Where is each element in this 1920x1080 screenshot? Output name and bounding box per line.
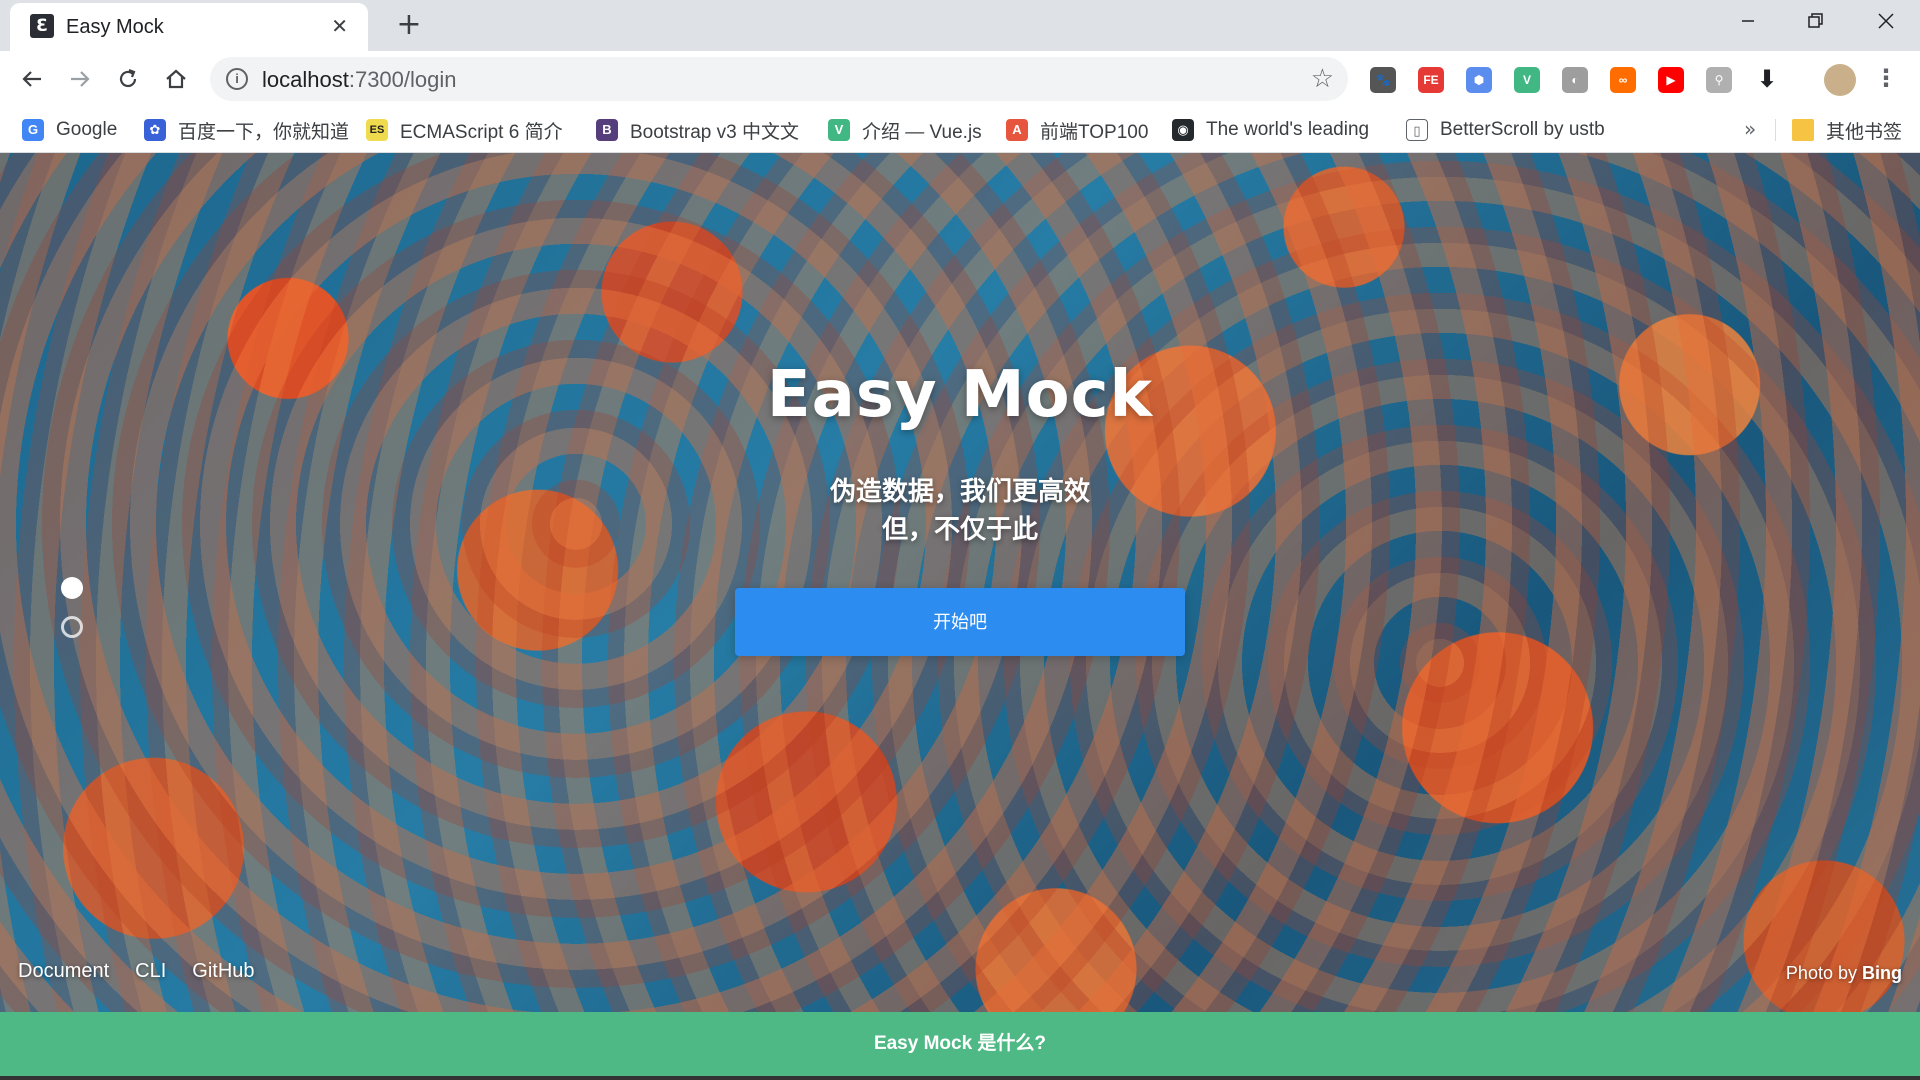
extension-youtube-icon[interactable]: ▶ bbox=[1658, 67, 1684, 93]
extension-vue-devtools-icon[interactable]: V bbox=[1514, 67, 1540, 93]
subtitle-line-2: 但，不仅于此 bbox=[881, 514, 1038, 544]
github-link[interactable]: GitHub bbox=[192, 960, 254, 983]
new-tab-button[interactable]: + bbox=[392, 8, 426, 42]
address-bar-url: localhost:7300/login bbox=[262, 67, 457, 93]
carousel-dot-2[interactable] bbox=[61, 616, 83, 638]
minimize-window-button[interactable] bbox=[1718, 0, 1778, 42]
tab-strip: Ɛ Easy Mock ✕ + bbox=[0, 0, 1920, 51]
window-bottom-edge bbox=[0, 1076, 1920, 1080]
bookmark-favicon-icon: G bbox=[22, 119, 44, 141]
bookmark-item[interactable]: V 介绍 — Vue.js bbox=[828, 115, 982, 145]
url-path: :7300/login bbox=[348, 67, 457, 92]
bookmark-label: BetterScroll by ustb bbox=[1440, 119, 1605, 140]
forward-button[interactable] bbox=[62, 61, 98, 97]
bookmark-favicon-icon: V bbox=[828, 119, 850, 141]
bookmark-star-icon[interactable]: ☆ bbox=[1311, 64, 1334, 94]
extension-infinity-icon[interactable]: ∞ bbox=[1610, 67, 1636, 93]
bookmark-item[interactable]: B Bootstrap v3 中文文 bbox=[596, 115, 799, 145]
bookmarks-divider bbox=[1775, 119, 1776, 141]
bookmark-item[interactable]: ▯ BetterScroll by ustb bbox=[1406, 115, 1605, 145]
bookmark-label: The world's leading bbox=[1206, 119, 1370, 140]
home-icon bbox=[166, 69, 186, 89]
arrow-right-icon bbox=[71, 71, 90, 87]
extension-download-icon[interactable]: ⬇ bbox=[1754, 67, 1780, 93]
bookmark-favicon-icon: A bbox=[1006, 119, 1028, 141]
close-window-button[interactable] bbox=[1856, 0, 1916, 42]
folder-icon bbox=[1792, 119, 1814, 141]
bookmark-item[interactable]: ✿ 百度一下，你就知道 bbox=[144, 115, 349, 145]
site-info-icon[interactable]: i bbox=[226, 68, 248, 90]
other-bookmarks-label: 其他书签 bbox=[1826, 121, 1903, 143]
url-host: localhost bbox=[262, 67, 349, 92]
bookmark-favicon-icon: ✿ bbox=[144, 119, 166, 141]
bookmark-label: Google bbox=[56, 119, 118, 140]
what-is-easy-mock-bar[interactable]: Easy Mock 是什么? bbox=[0, 1012, 1920, 1076]
bookmark-item[interactable]: G Google bbox=[22, 115, 117, 145]
bookmark-favicon-icon: ▯ bbox=[1406, 119, 1428, 141]
more-bookmarks-button[interactable]: » bbox=[1744, 117, 1756, 141]
profile-avatar[interactable] bbox=[1824, 64, 1856, 96]
subtitle-line-1: 伪造数据，我们更高效 bbox=[829, 476, 1090, 506]
bookmark-item[interactable]: ES ECMAScript 6 简介 bbox=[366, 115, 563, 145]
carousel-dot-1[interactable] bbox=[61, 577, 83, 599]
extension-fe-icon[interactable]: FE bbox=[1418, 67, 1444, 93]
login-page: Easy Mock 伪造数据，我们更高效 但，不仅于此 开始吧 Document… bbox=[0, 153, 1920, 1080]
easy-mock-favicon-icon: Ɛ bbox=[30, 14, 54, 38]
extension-tree-icon[interactable]: ⚲ bbox=[1706, 67, 1732, 93]
bookmark-favicon-icon: B bbox=[596, 119, 618, 141]
minimize-icon bbox=[1742, 20, 1754, 22]
photo-credit-prefix: Photo by bbox=[1785, 963, 1857, 983]
page-title: Easy Mock bbox=[766, 358, 1154, 432]
bookmark-favicon-icon: ES bbox=[366, 119, 388, 141]
bookmark-item[interactable]: ◉ The world's leading bbox=[1172, 115, 1369, 145]
close-icon bbox=[1878, 13, 1894, 29]
restore-icon bbox=[1808, 13, 1823, 28]
bookmark-label: Bootstrap v3 中文文 bbox=[630, 121, 799, 143]
bookmark-label: 前端TOP100 bbox=[1040, 121, 1149, 143]
cli-link[interactable]: CLI bbox=[135, 960, 166, 983]
extension-circle-icon[interactable]: ◐ bbox=[1562, 67, 1588, 93]
back-button[interactable] bbox=[14, 61, 50, 97]
tab-easy-mock[interactable]: Ɛ Easy Mock ✕ bbox=[10, 3, 368, 51]
extension-cat-icon[interactable]: 🐾 bbox=[1370, 67, 1396, 93]
bookmark-favicon-icon: ◉ bbox=[1172, 119, 1194, 141]
home-button[interactable] bbox=[158, 61, 194, 97]
bookmark-label: 百度一下，你就知道 bbox=[178, 121, 350, 143]
tab-title: Easy Mock bbox=[66, 16, 164, 38]
chrome-menu-icon[interactable]: ⋮ bbox=[1874, 65, 1898, 91]
restore-window-button[interactable] bbox=[1786, 0, 1846, 42]
photo-credit: Photo by Bing bbox=[1786, 963, 1902, 984]
close-tab-icon[interactable]: ✕ bbox=[331, 15, 348, 37]
extension-hex-icon[interactable]: ⬢ bbox=[1466, 67, 1492, 93]
bookmark-item[interactable]: A 前端TOP100 bbox=[1006, 115, 1148, 145]
bookmark-label: ECMAScript 6 简介 bbox=[400, 121, 563, 143]
bookmarks-bar: G Google ✿ 百度一下，你就知道 ES ECMAScript 6 简介 B Boots… bbox=[0, 107, 1920, 153]
footer-links: Document CLI GitHub bbox=[18, 960, 255, 983]
address-bar[interactable]: i localhost:7300/login ☆ bbox=[210, 57, 1348, 101]
document-link[interactable]: Document bbox=[18, 960, 109, 983]
photo-credit-source[interactable]: Bing bbox=[1862, 963, 1902, 983]
reload-icon bbox=[119, 68, 137, 88]
start-button[interactable]: 开始吧 bbox=[735, 588, 1185, 656]
reload-button[interactable] bbox=[110, 61, 146, 97]
browser-toolbar: i localhost:7300/login ☆ 🐾 FE ⬢ V ◐ ∞ ▶ ⚲ ⬇ ⋮ bbox=[0, 51, 1920, 107]
arrow-left-icon bbox=[22, 71, 41, 87]
bookmark-label: 介绍 — Vue.js bbox=[862, 121, 982, 143]
other-bookmarks-folder[interactable]: 其他书签 bbox=[1792, 115, 1902, 145]
